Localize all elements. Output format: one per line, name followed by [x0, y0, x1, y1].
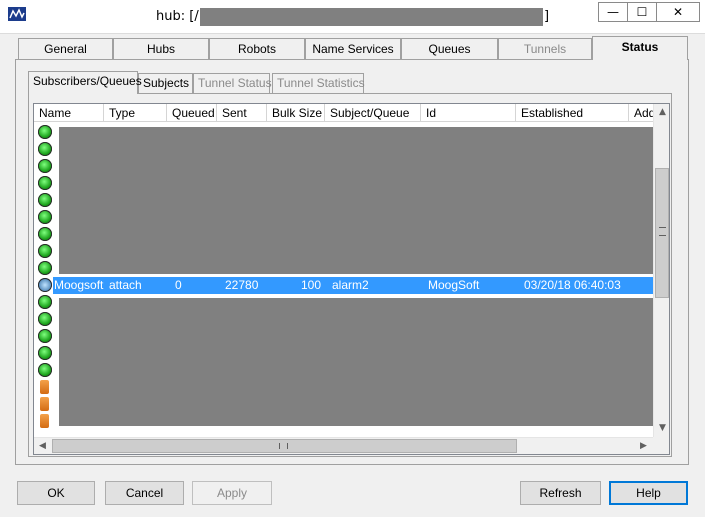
- vertical-scrollbar[interactable]: ▲ ▼: [653, 104, 669, 437]
- close-button[interactable]: ✕: [656, 2, 700, 22]
- scroll-left-icon[interactable]: ◀: [34, 438, 51, 454]
- subscribers-list[interactable]: Name Type Queued Sent Bulk Size Subject/…: [33, 103, 670, 455]
- horizontal-scroll-thumb[interactable]: [52, 439, 517, 453]
- queue-globe-icon: [38, 278, 52, 292]
- tab-name-services[interactable]: Name Services: [305, 38, 401, 59]
- tab-general[interactable]: General: [18, 38, 113, 59]
- help-button[interactable]: Help: [609, 481, 688, 505]
- cell-id: MoogSoft: [428, 278, 480, 292]
- status-ok-icon: [38, 142, 52, 156]
- redacted-rows-bottom: [59, 298, 653, 426]
- minimize-icon: —: [607, 5, 619, 19]
- cell-queued: 0: [175, 278, 182, 292]
- apply-button[interactable]: Apply: [192, 481, 272, 505]
- table-row-selected[interactable]: Moogsoft attach 0 22780 100 alarm2 MoogS…: [53, 277, 653, 294]
- warning-bottle-icon: [40, 397, 49, 411]
- column-header-sent[interactable]: Sent: [217, 104, 267, 122]
- close-icon: ✕: [672, 5, 684, 19]
- cell-name: Moogsoft: [54, 278, 104, 292]
- tab-hubs[interactable]: Hubs: [113, 38, 209, 59]
- status-ok-icon: [38, 227, 52, 241]
- redacted-rows-top: [59, 127, 653, 274]
- column-header-queued[interactable]: Queued: [167, 104, 217, 122]
- scroll-right-icon[interactable]: ▶: [635, 438, 652, 454]
- column-header-name[interactable]: Name: [34, 104, 104, 122]
- cancel-button[interactable]: Cancel: [105, 481, 184, 505]
- minimize-button[interactable]: —: [598, 2, 628, 22]
- scroll-corner: [653, 437, 669, 454]
- cell-established: 03/20/18 06:40:03: [524, 278, 621, 292]
- tab-robots[interactable]: Robots: [209, 38, 305, 59]
- window-title: hub: [/: [156, 9, 199, 24]
- status-ok-icon: [38, 329, 52, 343]
- tab-status[interactable]: Status: [592, 36, 688, 60]
- scroll-down-icon[interactable]: ▼: [654, 420, 669, 437]
- grip-icon: [659, 227, 666, 236]
- scroll-up-icon[interactable]: ▲: [654, 104, 669, 121]
- vertical-scroll-thumb[interactable]: [655, 168, 669, 298]
- status-ok-icon: [38, 346, 52, 360]
- cell-sent: 22780: [225, 278, 259, 292]
- status-ok-icon: [38, 193, 52, 207]
- tab-queues[interactable]: Queues: [401, 38, 498, 59]
- status-ok-icon: [38, 159, 52, 173]
- column-header-bulk-size[interactable]: Bulk Size: [267, 104, 325, 122]
- cell-bulk-size: 100: [301, 278, 322, 292]
- subtab-subscribers-queues[interactable]: Subscribers/Queues: [28, 71, 142, 94]
- column-header-subject-queue[interactable]: Subject/Queue: [325, 104, 421, 122]
- subtab-tunnel-statistics[interactable]: Tunnel Statistics: [272, 73, 365, 93]
- app-icon: [8, 7, 26, 21]
- column-header-established[interactable]: Established: [516, 104, 629, 122]
- ok-button[interactable]: OK: [17, 481, 95, 505]
- status-ok-icon: [38, 210, 52, 224]
- status-ok-icon: [38, 295, 52, 309]
- cell-subject-queue: alarm2: [332, 278, 369, 292]
- list-header: Name Type Queued Sent Bulk Size Subject/…: [34, 104, 654, 122]
- refresh-button[interactable]: Refresh: [520, 481, 601, 505]
- status-ok-icon: [38, 363, 52, 377]
- title-bar: hub: [/ ] — ☐ ✕: [0, 0, 705, 34]
- main-tab-strip: General Hubs Robots Name Services Queues…: [16, 36, 688, 60]
- column-header-id[interactable]: Id: [421, 104, 516, 122]
- subtab-subjects[interactable]: Subjects: [138, 73, 193, 93]
- warning-bottle-icon: [40, 380, 49, 394]
- status-ok-icon: [38, 125, 52, 139]
- maximize-button[interactable]: ☐: [627, 2, 657, 22]
- subtab-tunnel-status[interactable]: Tunnel Status: [193, 73, 272, 93]
- warning-bottle-icon: [40, 414, 49, 428]
- tab-tunnels[interactable]: Tunnels: [498, 38, 592, 59]
- redacted-title: [200, 8, 543, 26]
- status-ok-icon: [38, 244, 52, 258]
- grip-icon: [279, 443, 288, 449]
- status-ok-icon: [38, 261, 52, 275]
- window-title-suffix: ]: [544, 9, 550, 24]
- status-ok-icon: [38, 176, 52, 190]
- column-header-add[interactable]: Add: [629, 104, 654, 122]
- cell-type: attach: [109, 278, 142, 292]
- horizontal-scrollbar[interactable]: ◀ ▶: [34, 437, 653, 454]
- column-header-type[interactable]: Type: [104, 104, 167, 122]
- status-ok-icon: [38, 312, 52, 326]
- maximize-icon: ☐: [636, 5, 648, 19]
